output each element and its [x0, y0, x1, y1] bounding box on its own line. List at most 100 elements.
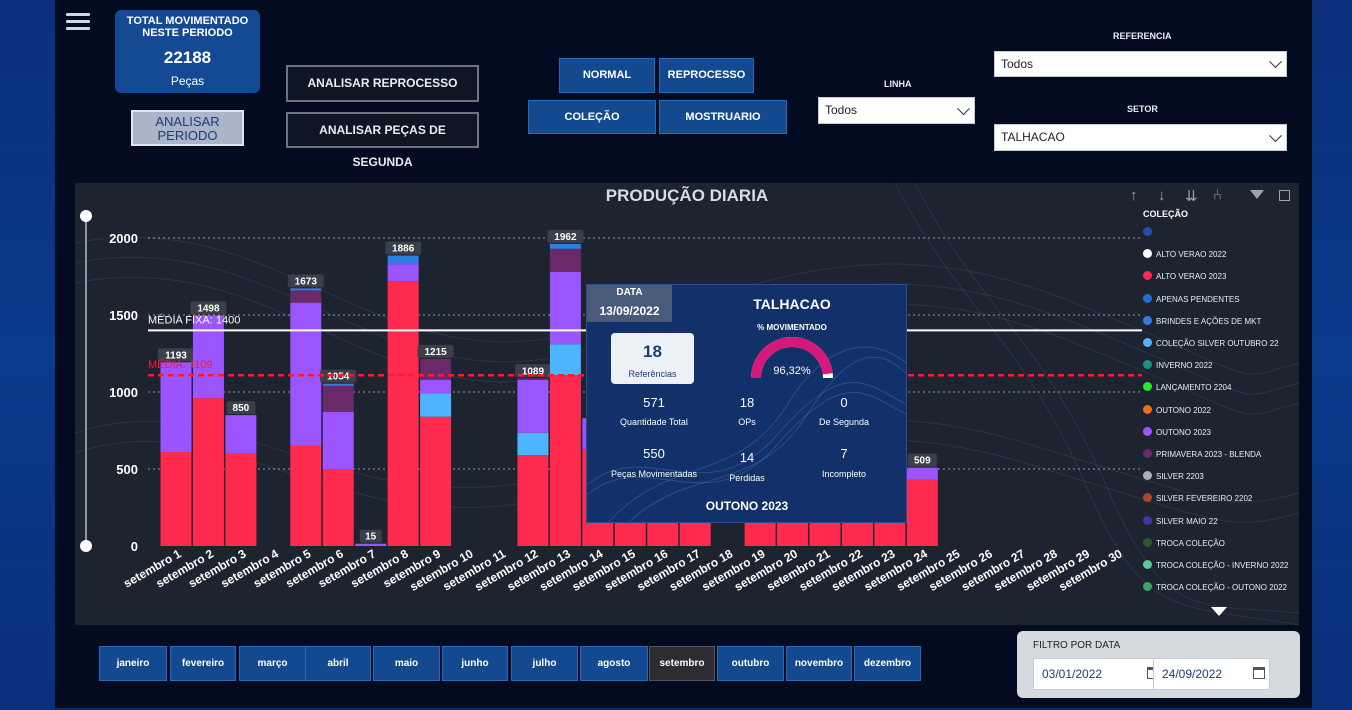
tooltip-seg-value: 0 [840, 395, 848, 410]
tooltip-mov-value: 550 [643, 446, 665, 461]
legend-item[interactable]: OUTONO 2022 [1143, 404, 1211, 415]
tooltip-ref-label: Referências [628, 369, 677, 379]
chart-title: PRODUÇÃO DIARIA [605, 186, 769, 205]
legend-dot [1143, 582, 1152, 592]
colecao-button[interactable]: COLEÇÃO [528, 100, 656, 134]
chevron-down-icon [1269, 128, 1282, 142]
kpi-unit: Peças [170, 74, 205, 88]
legend-item[interactable]: OUTONO 2023 [1143, 426, 1211, 437]
legend-item[interactable]: SILVER MAIO 22 [1143, 515, 1218, 526]
focus-mode-icon[interactable] [1279, 190, 1290, 201]
legend-label: ALTO VERAO 2023 [1156, 272, 1227, 282]
legend-item[interactable]: SILVER 2203 [1143, 471, 1204, 481]
legend-item[interactable]: APENAS PENDENTES [1143, 293, 1240, 304]
legend-dot [1143, 315, 1152, 325]
tooltip-setor: TALHACAO [753, 296, 831, 312]
legend-dot [1143, 493, 1152, 503]
month-button-dezembro[interactable]: dezembro [854, 646, 921, 681]
referencia-dropdown[interactable]: Todos [994, 51, 1287, 77]
month-button-maio[interactable]: maio [373, 646, 440, 681]
legend-scroll-down-icon[interactable] [1211, 607, 1227, 616]
expand-all-icon[interactable]: ⇊ [1185, 187, 1198, 205]
month-button-agosto[interactable]: agosto [580, 646, 648, 681]
referencia-label: REFERENCIA [1113, 31, 1172, 41]
kpi-value: 22188 [163, 48, 212, 67]
month-button-outubro[interactable]: outubro [717, 646, 784, 681]
tooltip-inc-value: 7 [840, 446, 848, 461]
start-date-value: 03/01/2022 [1042, 667, 1103, 681]
analisar-reprocesso-button[interactable]: ANALISAR REPROCESSO [286, 65, 479, 102]
menu-icon[interactable] [66, 13, 90, 33]
setor-value: TALHACAO [1001, 130, 1065, 144]
tooltip-perd-label: Perdidas [729, 473, 765, 483]
reprocesso-button[interactable]: REPROCESSO [659, 58, 754, 93]
legend-label: TROCA COLEÇÃO - OUTONO 2022 [1156, 583, 1287, 593]
legend-label: OUTONO 2023 [1156, 427, 1211, 437]
tooltip-panel: DATA 13/09/2022 TALHACAO % MOVIMENTADO 1… [586, 284, 907, 523]
linha-dropdown[interactable]: Todos [818, 97, 975, 124]
analisar-periodo-button[interactable]: ANALISAR PERIODO [131, 110, 244, 146]
legend-dot [1143, 426, 1152, 436]
normal-button[interactable]: NORMAL [559, 58, 655, 93]
month-button-setembro[interactable]: setembro [649, 646, 715, 681]
tooltip-inc-label: Incompleto [821, 469, 867, 479]
month-button-abril[interactable]: abril [305, 646, 371, 681]
legend-label: TROCA COLEÇÃO - INVERNO 2022 [1156, 561, 1289, 570]
month-button-julho[interactable]: julho [511, 646, 578, 681]
legend-item[interactable]: ALTO VERAO 2022 [1143, 249, 1226, 259]
month-button-março[interactable]: março [239, 646, 306, 681]
kpi-title: TOTAL MOVIMENTADO NESTE PERIODO [126, 15, 249, 39]
sort-ascending-icon[interactable]: ↑ [1130, 187, 1138, 204]
sort-descending-icon[interactable]: ↓ [1158, 187, 1166, 204]
legend-title: COLEÇÃO [1143, 209, 1188, 219]
legend-item[interactable]: ALTO VERAO 2023 [1143, 271, 1226, 281]
legend-label: OUTONO 2022 [1156, 405, 1211, 415]
chevron-down-icon [957, 101, 970, 115]
mostruario-button[interactable]: MOSTRUARIO [659, 100, 787, 134]
tooltip-ops-value: 18 [739, 395, 755, 410]
legend-item[interactable]: TROCA COLEÇÃO - OUTONO 2022 [1143, 582, 1287, 592]
month-button-novembro[interactable]: novembro [786, 646, 852, 681]
legend-item[interactable]: INVERNO 2022 [1143, 360, 1212, 370]
legend-item[interactable]: TROCA COLEÇÃO [1143, 537, 1225, 548]
legend-item[interactable]: COLEÇÃO SILVER OUTUBRO 22 [1143, 338, 1279, 348]
analisar-segunda-button[interactable]: ANALISAR PEÇAS DE SEGUNDA [286, 112, 479, 169]
calendar-icon[interactable] [1253, 667, 1265, 679]
legend-item[interactable]: BRINDES E AÇÕES DE MKT [1143, 315, 1262, 326]
tooltip-date: 13/09/2022 [599, 304, 660, 318]
legend-label: BRINDES E AÇÕES DE MKT [1156, 316, 1262, 326]
linha-label: LINHA [884, 79, 912, 89]
referencia-value: Todos [1001, 57, 1034, 71]
end-date-input[interactable]: 24/09/2022 [1153, 658, 1270, 690]
tooltip-seg-label: De Segunda [818, 417, 870, 427]
legend-dot [1143, 404, 1152, 414]
legend-dot [1143, 471, 1152, 481]
start-date-input[interactable]: 03/01/2022 [1033, 658, 1164, 690]
legend-label: COLEÇÃO SILVER OUTUBRO 22 [1156, 339, 1279, 348]
movimentado-gauge [751, 337, 833, 379]
legend-dot [1143, 271, 1152, 281]
legend-dot [1143, 360, 1152, 370]
legend-item[interactable]: TROCA COLEÇÃO - INVERNO 2022 [1143, 560, 1288, 570]
legend-item[interactable]: SILVER FEVEREIRO 2202 [1143, 493, 1252, 503]
legend-label: INVERNO 2022 [1156, 361, 1213, 371]
tooltip-perd-value: 14 [739, 450, 755, 465]
legend-dot [1143, 449, 1152, 458]
legend-label: PRIMAVERA 2023 - BLENDA [1156, 450, 1262, 459]
legend-dot [1143, 560, 1152, 569]
month-button-janeiro[interactable]: janeiro [99, 646, 167, 681]
legend-item[interactable] [1143, 227, 1156, 237]
legend-item[interactable]: PRIMAVERA 2023 - BLENDA [1143, 449, 1261, 459]
filter-icon[interactable] [1250, 190, 1264, 199]
legend-label: APENAS PENDENTES [1156, 294, 1240, 304]
month-button-junho[interactable]: junho [442, 646, 508, 681]
legend-item[interactable]: LANÇAMENTO 2204 [1143, 382, 1231, 392]
legend-dot [1143, 227, 1152, 236]
month-button-fevereiro[interactable]: fevereiro [170, 646, 236, 681]
hierarchy-icon[interactable]: ⑃ [1213, 187, 1222, 204]
tooltip-ops-label: OPs [738, 417, 756, 427]
tooltip-mov-label: Peças Movimentadas [610, 469, 698, 479]
legend-label: SILVER 2203 [1156, 472, 1204, 482]
setor-dropdown[interactable]: TALHACAO [994, 124, 1287, 151]
setor-label: SETOR [1127, 104, 1158, 114]
